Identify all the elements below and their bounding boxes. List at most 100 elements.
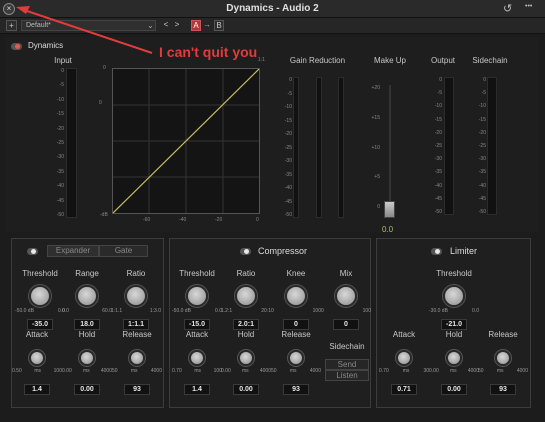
expander-attack-label: Attack	[25, 330, 49, 339]
expander-range-label: Range	[75, 269, 99, 278]
range-value: -50.0 dB	[15, 308, 34, 314]
expander-toggle[interactable]	[27, 248, 38, 255]
range-value: 50	[112, 368, 118, 374]
expander-hold-knob[interactable]	[79, 350, 95, 366]
compressor-toggle[interactable]	[240, 248, 251, 255]
compressor-attack-value[interactable]: 1.4	[184, 384, 210, 395]
compressor-threshold-label: Threshold	[179, 269, 215, 278]
range-value: 4000	[309, 368, 321, 374]
limiter-title: Limiter	[450, 246, 478, 256]
limiter-hold-value[interactable]: 0.00	[441, 384, 467, 395]
expander-threshold-range: -50.0 dB 0.0	[15, 308, 65, 314]
limiter-hold-range: 0.00 ms 4000	[429, 368, 479, 374]
compressor-mix-value[interactable]: 0	[333, 319, 359, 330]
range-value: 0.0	[472, 308, 479, 314]
compressor-threshold-knob[interactable]	[186, 285, 208, 307]
range-value: 0.50	[12, 368, 22, 374]
compressor-release-value[interactable]: 93	[283, 384, 309, 395]
range-value: -30.0 dB	[429, 308, 448, 314]
tab-gate[interactable]: Gate	[99, 245, 148, 257]
expander-ratio-range: 1:1.1 1:3.0	[111, 308, 161, 314]
range-value: 50	[478, 368, 484, 374]
expander-range-value[interactable]: 18.0	[74, 319, 100, 330]
expander-threshold-value[interactable]: -35.0	[27, 319, 53, 330]
range-value: 0.00	[62, 368, 72, 374]
compressor-release-range: 50 ms 4000	[271, 368, 321, 374]
range-value: ms	[449, 368, 457, 374]
limiter-threshold-range: -30.0 dB 0.0	[429, 308, 479, 314]
range-value: 0.70	[172, 368, 182, 374]
listen-button[interactable]: Listen	[325, 370, 369, 381]
limiter-attack-knob[interactable]	[396, 350, 412, 366]
annotation-text: I can't quit you	[159, 44, 258, 60]
limiter-toggle[interactable]	[431, 248, 442, 255]
range-value: ms	[496, 368, 504, 374]
compressor-ratio-label: Ratio	[236, 269, 256, 278]
expander-ratio-value[interactable]: 1:1.1	[123, 319, 149, 330]
compressor-ratio-range: 1.2:1 20:1	[221, 308, 271, 314]
compressor-release-knob[interactable]	[288, 350, 304, 366]
limiter-release-knob[interactable]	[495, 350, 511, 366]
expander-attack-value[interactable]: 1.4	[24, 384, 50, 395]
compressor-hold-label: Hold	[237, 330, 255, 339]
range-value: ms	[130, 368, 138, 374]
expander-ratio-label: Ratio	[126, 269, 146, 278]
range-value: 0.0	[62, 308, 69, 314]
range-value: 0.00	[429, 368, 439, 374]
expander-attack-knob[interactable]	[29, 350, 45, 366]
range-value: ms	[289, 368, 297, 374]
expander-release-knob[interactable]	[129, 350, 145, 366]
compressor-ratio-value[interactable]: 2.0:1	[233, 319, 259, 330]
expander-release-value[interactable]: 93	[124, 384, 150, 395]
range-value: 4000	[150, 368, 162, 374]
tab-expander[interactable]: Expander	[47, 245, 99, 257]
annotation-arrowhead	[16, 6, 30, 14]
expander-release-range: 50 ms 4000	[112, 368, 162, 374]
range-value: 1:1.1	[111, 308, 123, 314]
range-value: 4000	[516, 368, 528, 374]
range-value: 1.2:1	[221, 308, 233, 314]
limiter-threshold-knob[interactable]	[443, 285, 465, 307]
compressor-attack-range: 0.70 ms 100	[172, 368, 222, 374]
range-value: 0.70	[379, 368, 389, 374]
send-button[interactable]: Send	[325, 359, 369, 370]
compressor-threshold-value[interactable]: -15.0	[184, 319, 210, 330]
expander-threshold-knob[interactable]	[29, 285, 51, 307]
limiter-release-label: Release	[488, 330, 518, 339]
limiter-release-value[interactable]: 93	[490, 384, 516, 395]
limiter-release-range: 50 ms 4000	[478, 368, 528, 374]
compressor-mix-label: Mix	[339, 269, 353, 278]
range-value: ms	[34, 368, 42, 374]
limiter-attack-value[interactable]: 0.71	[391, 384, 417, 395]
expander-release-label: Release	[122, 330, 152, 339]
compressor-title: Compressor	[258, 246, 308, 256]
range-value: 0	[271, 308, 274, 314]
range-value: 0.00	[221, 368, 231, 374]
limiter-threshold-label: Threshold	[436, 269, 472, 278]
expander-ratio-knob[interactable]	[125, 285, 147, 307]
compressor-knee-knob[interactable]	[285, 285, 307, 307]
expander-range-knob[interactable]	[76, 285, 98, 307]
compressor-mix-knob[interactable]	[335, 285, 357, 307]
compressor-hold-knob[interactable]	[238, 350, 254, 366]
range-value: 4000	[100, 368, 112, 374]
range-value: 20:1	[261, 308, 271, 314]
expander-hold-value[interactable]: 0.00	[74, 384, 100, 395]
expander-attack-range: 0.50 ms 100	[12, 368, 62, 374]
expander-threshold-label: Threshold	[22, 269, 58, 278]
range-value: 100	[53, 368, 62, 374]
limiter-threshold-value[interactable]: -21.0	[441, 319, 467, 330]
compressor-ratio-knob[interactable]	[235, 285, 257, 307]
range-value: -50.0 dB	[172, 308, 191, 314]
range-value: 100	[362, 308, 371, 314]
compressor-knee-range: 0 100	[271, 308, 321, 314]
range-value: 0	[321, 308, 324, 314]
limiter-hold-knob[interactable]	[446, 350, 462, 366]
compressor-attack-knob[interactable]	[189, 350, 205, 366]
range-value: 4000	[259, 368, 271, 374]
compressor-knee-value[interactable]: 0	[283, 319, 309, 330]
compressor-hold-value[interactable]: 0.00	[233, 384, 259, 395]
expander-hold-label: Hold	[78, 330, 96, 339]
annotation-arrow	[23, 9, 153, 54]
range-value: 100	[312, 308, 321, 314]
